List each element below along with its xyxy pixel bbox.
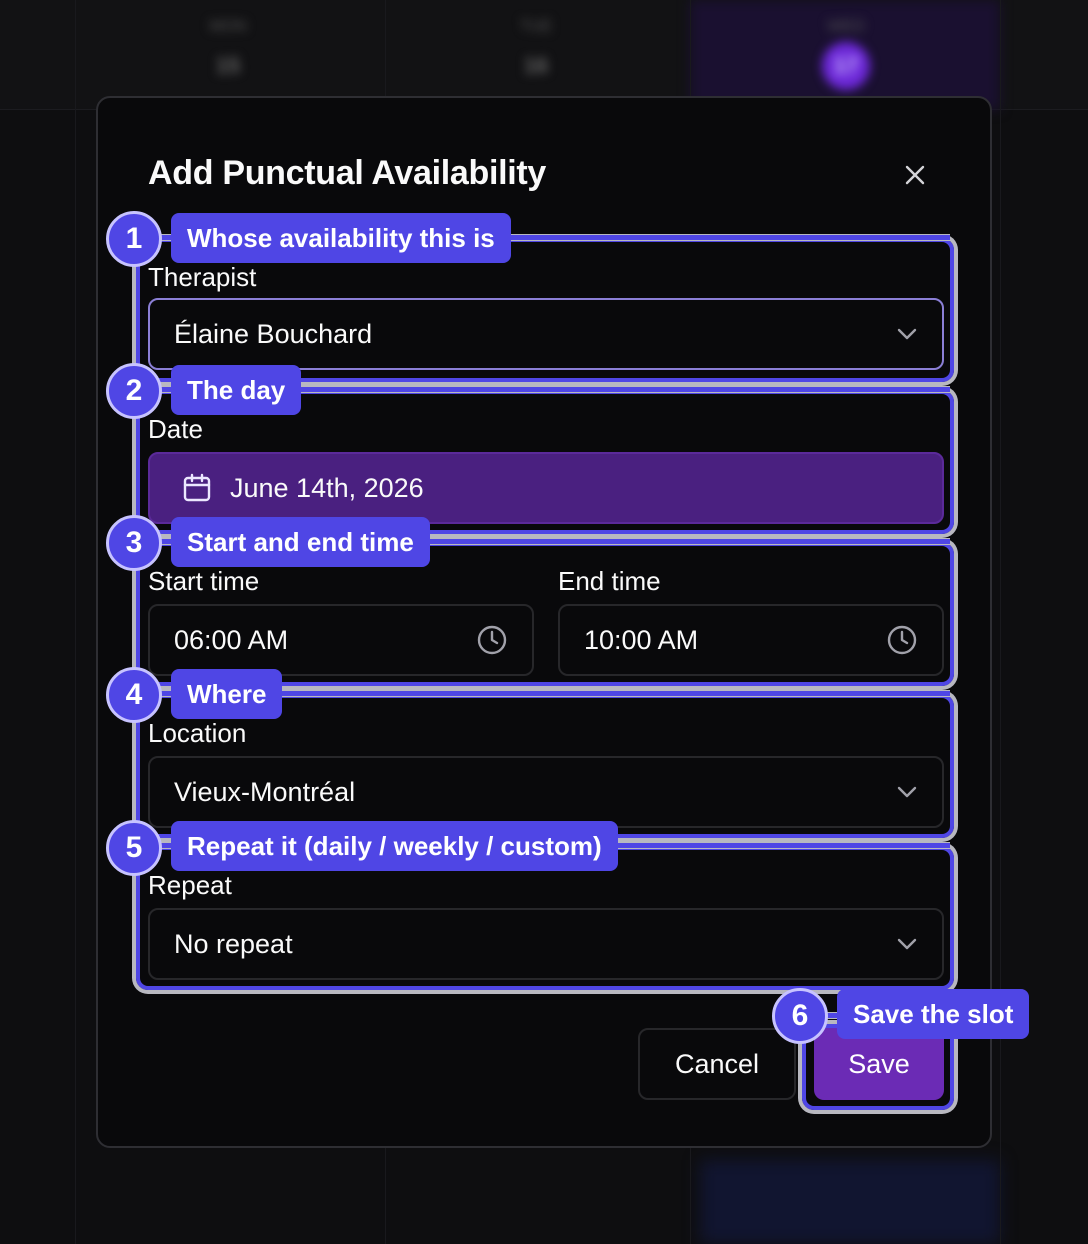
therapist-value: Élaine Bouchard — [174, 318, 373, 349]
cancel-button[interactable]: Cancel — [638, 1028, 796, 1100]
calendar-weekday: WED — [827, 18, 865, 35]
therapist-select[interactable]: Élaine Bouchard — [148, 298, 944, 370]
repeat-value: No repeat — [174, 928, 293, 959]
chevron-down-icon — [897, 786, 917, 798]
location-select[interactable]: Vieux-Montréal — [148, 756, 944, 828]
calendar-day-number: 17 — [822, 42, 870, 90]
start-time-input[interactable]: 06:00 AM — [148, 604, 534, 676]
clock-icon — [477, 625, 507, 655]
annotation-label-5: Repeat it (daily / weekly / custom) — [171, 821, 618, 871]
date-picker-button[interactable]: June 14th, 2026 — [148, 452, 944, 524]
calendar-day-number: 15 — [215, 53, 241, 78]
close-icon — [905, 165, 925, 185]
annotation-number-3: 3 — [106, 515, 162, 571]
annotation-number-4: 4 — [106, 667, 162, 723]
date-value: June 14th, 2026 — [230, 472, 424, 503]
end-time-label: End time — [558, 566, 661, 596]
annotation-label-4: Where — [171, 669, 283, 719]
annotation-label-2: The day — [171, 365, 302, 415]
calendar-day-header: MON 15 — [183, 18, 273, 90]
calendar-event-block — [700, 1160, 1000, 1244]
end-time-value: 10:00 AM — [584, 624, 699, 655]
calendar-day-number: 16 — [523, 53, 549, 78]
chevron-down-icon — [897, 938, 917, 950]
annotation-number-2: 2 — [106, 363, 162, 419]
location-label: Location — [148, 718, 247, 748]
calendar-weekday: TUE — [520, 18, 552, 35]
annotation-number-1: 1 — [106, 211, 162, 267]
dialog-title: Add Punctual Availability — [148, 154, 547, 192]
start-time-label: Start time — [148, 566, 260, 596]
therapist-label: Therapist — [148, 262, 257, 292]
annotation-label-3: Start and end time — [171, 517, 430, 567]
calendar-day-header: TUE 16 — [491, 18, 581, 90]
annotation-label-6: Save the slot — [837, 989, 1030, 1039]
calendar-column-divider — [75, 0, 76, 1244]
close-button[interactable] — [898, 158, 932, 192]
chevron-down-icon — [897, 328, 917, 340]
annotation-number-5: 5 — [106, 820, 162, 876]
date-label: Date — [148, 414, 203, 444]
calendar-day-header-today: WED 17 — [801, 18, 891, 90]
calendar-weekday: MON — [209, 18, 247, 35]
calendar-icon — [183, 473, 211, 502]
annotation-label-1: Whose availability this is — [171, 213, 511, 263]
repeat-label: Repeat — [148, 870, 232, 900]
calendar-column-divider — [1000, 0, 1001, 1244]
clock-icon — [887, 625, 917, 655]
start-time-value: 06:00 AM — [174, 624, 289, 655]
end-time-input[interactable]: 10:00 AM — [558, 604, 944, 676]
annotation-number-6: 6 — [772, 988, 828, 1044]
repeat-select[interactable]: No repeat — [148, 908, 944, 980]
location-value: Vieux-Montréal — [174, 776, 356, 807]
